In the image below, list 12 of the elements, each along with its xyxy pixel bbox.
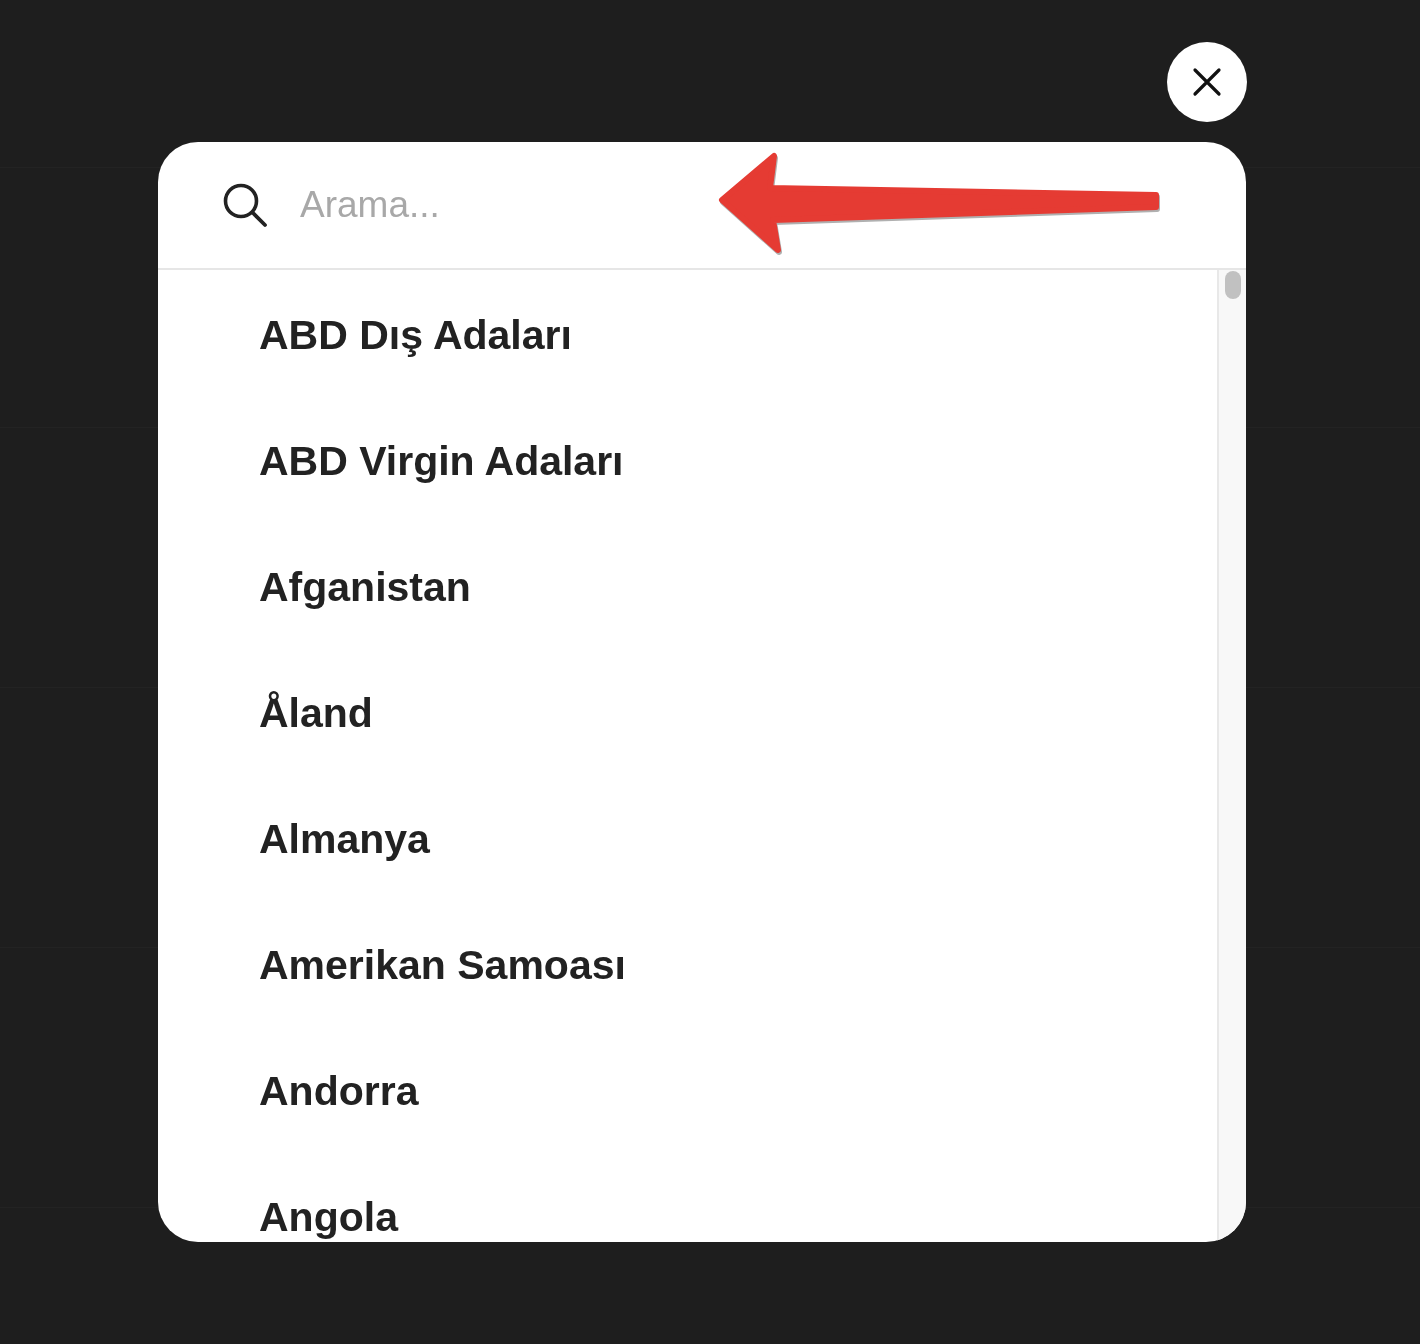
country-option[interactable]: ABD Dış Adaları bbox=[259, 311, 572, 359]
search-icon bbox=[222, 182, 268, 228]
close-icon bbox=[1192, 67, 1222, 97]
country-option[interactable]: Almanya bbox=[259, 815, 430, 863]
country-option[interactable]: Andorra bbox=[259, 1067, 419, 1115]
country-option[interactable]: Åland bbox=[259, 689, 373, 737]
country-option[interactable]: ABD Virgin Adaları bbox=[259, 437, 624, 485]
country-option[interactable]: Afganistan bbox=[259, 563, 471, 611]
country-option[interactable]: Amerikan Samoası bbox=[259, 941, 626, 989]
scrollbar-thumb[interactable] bbox=[1224, 271, 1241, 299]
search-field[interactable]: Arama... bbox=[300, 177, 600, 233]
country-option[interactable]: Angola bbox=[259, 1193, 398, 1241]
